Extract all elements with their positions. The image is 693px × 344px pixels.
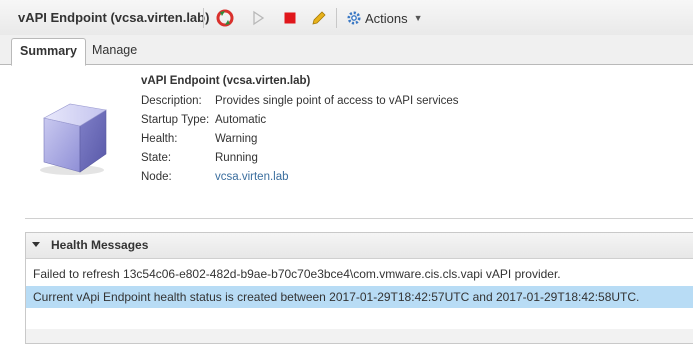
refresh-icon[interactable] — [216, 9, 234, 27]
field-label: State: — [141, 152, 172, 164]
field-label: Description: — [141, 95, 202, 107]
chevron-down-icon: ▼ — [413, 13, 423, 23]
field-label: Startup Type: — [141, 114, 210, 126]
messages-footer — [26, 329, 693, 343]
title-bar: vAPI Endpoint (vcsa.virten.lab) Actions … — [0, 0, 693, 36]
field-value: Running — [215, 152, 258, 164]
actions-menu-button[interactable]: Actions ▼ — [346, 9, 423, 27]
tab-manage[interactable]: Manage — [84, 38, 145, 63]
toolbar-separator — [203, 8, 204, 28]
page-title: vAPI Endpoint (vcsa.virten.lab) — [18, 10, 210, 25]
play-icon[interactable] — [249, 9, 267, 27]
tab-summary[interactable]: Summary — [11, 38, 86, 66]
section-divider — [25, 218, 693, 219]
health-message-row[interactable]: Failed to refresh 13c54c06-e802-482d-b9a… — [26, 263, 693, 285]
health-messages-title: Health Messages — [51, 238, 149, 252]
field-label: Health: — [141, 133, 178, 145]
field-label: Node: — [141, 171, 172, 183]
health-messages-portlet: Health Messages Failed to refresh 13c54c… — [25, 232, 693, 344]
collapse-triangle-icon[interactable] — [32, 242, 40, 247]
edit-icon[interactable] — [310, 9, 328, 27]
actions-label: Actions — [365, 10, 408, 26]
health-messages-header[interactable]: Health Messages — [26, 233, 693, 259]
gear-icon — [347, 11, 361, 25]
entity-name: vAPI Endpoint (vcsa.virten.lab) — [141, 75, 311, 87]
health-message-row-selected[interactable]: Current vApi Endpoint health status is c… — [26, 286, 693, 308]
tab-strip: Summary Manage — [0, 35, 693, 66]
field-value: Automatic — [215, 114, 267, 126]
field-value: Provides single point of access to vAPI … — [215, 95, 459, 107]
field-value: Warning — [215, 133, 258, 145]
stop-icon[interactable] — [281, 9, 299, 27]
node-link[interactable]: vcsa.virten.lab — [215, 171, 289, 183]
toolbar-separator — [336, 8, 337, 28]
service-cube-icon — [40, 103, 107, 175]
